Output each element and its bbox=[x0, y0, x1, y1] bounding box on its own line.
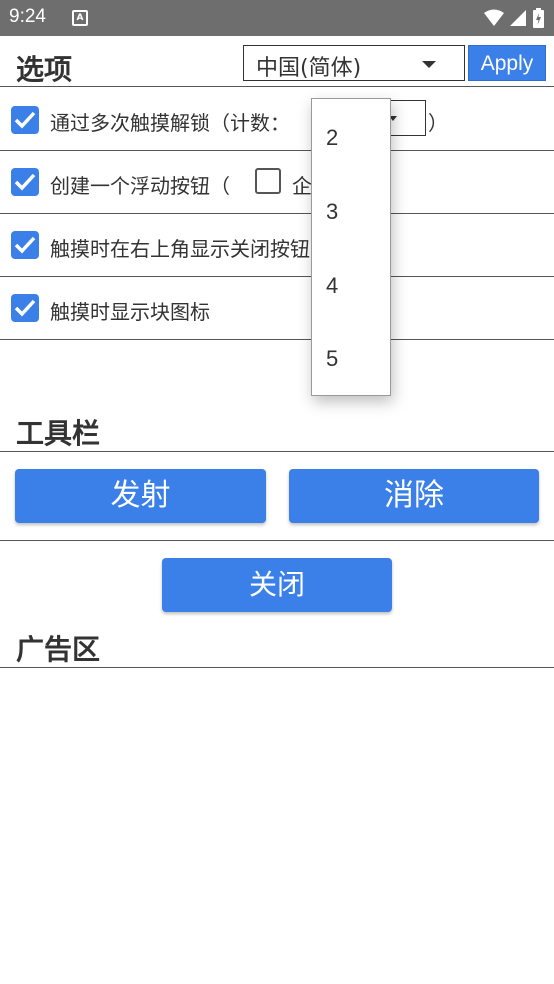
block-icon-checkbox[interactable] bbox=[11, 294, 39, 322]
divider bbox=[0, 451, 554, 452]
close-button-label: 触摸时在右上角显示关闭按钮 bbox=[50, 237, 310, 261]
option-row-close-button: 触摸时在右上角显示关闭按钮 bbox=[0, 214, 554, 277]
count-option[interactable]: 4 bbox=[326, 273, 338, 299]
status-icons bbox=[484, 8, 544, 28]
clock: 9:24 bbox=[9, 6, 46, 27]
block-icon-label: 触摸时显示块图标 bbox=[50, 300, 210, 324]
check-icon bbox=[14, 236, 36, 254]
count-option[interactable]: 5 bbox=[326, 346, 338, 372]
options-title: 选项 bbox=[16, 53, 73, 86]
ad-area-title: 广告区 bbox=[16, 633, 101, 666]
count-dropdown-menu: 2 3 4 5 bbox=[311, 98, 391, 396]
fire-button[interactable]: 发射 bbox=[15, 469, 266, 523]
close-button[interactable]: 关闭 bbox=[162, 558, 392, 612]
unlock-label: 通过多次触摸解锁（计数： bbox=[50, 111, 290, 135]
apply-button[interactable]: Apply bbox=[468, 45, 546, 81]
signal-icon bbox=[510, 10, 526, 26]
count-option[interactable]: 3 bbox=[326, 199, 338, 225]
close-button-checkbox[interactable] bbox=[11, 231, 39, 259]
unlock-label-suffix: ） bbox=[428, 111, 448, 135]
floating-sub-checkbox[interactable] bbox=[255, 168, 281, 194]
check-icon bbox=[14, 111, 36, 129]
language-select[interactable]: 中国(简体) bbox=[243, 45, 465, 81]
option-row-block-icon: 触摸时显示块图标 bbox=[0, 277, 554, 340]
battery-icon bbox=[533, 8, 544, 28]
option-row-unlock: 通过多次触摸解锁（计数： ） bbox=[0, 88, 554, 151]
check-icon bbox=[14, 173, 36, 191]
language-select-value: 中国(简体) bbox=[256, 56, 362, 81]
option-row-floating-button: 创建一个浮动按钮（ 企 bbox=[0, 151, 554, 214]
toolbar-title: 工具栏 bbox=[16, 417, 101, 450]
check-icon bbox=[14, 299, 36, 317]
floating-button-checkbox[interactable] bbox=[11, 168, 39, 196]
floating-sub-label: 企 bbox=[292, 174, 312, 198]
ad-area bbox=[0, 668, 554, 984]
divider bbox=[0, 86, 554, 87]
status-bar: 9:24 A bbox=[0, 0, 554, 36]
wifi-icon bbox=[484, 9, 504, 26]
unlock-checkbox[interactable] bbox=[11, 106, 39, 134]
count-option[interactable]: 2 bbox=[326, 125, 338, 151]
notification-icon: A bbox=[72, 10, 88, 26]
floating-button-label: 创建一个浮动按钮（ bbox=[50, 174, 230, 198]
chevron-down-icon bbox=[422, 61, 436, 68]
divider bbox=[0, 540, 554, 541]
clear-button[interactable]: 消除 bbox=[289, 469, 539, 523]
